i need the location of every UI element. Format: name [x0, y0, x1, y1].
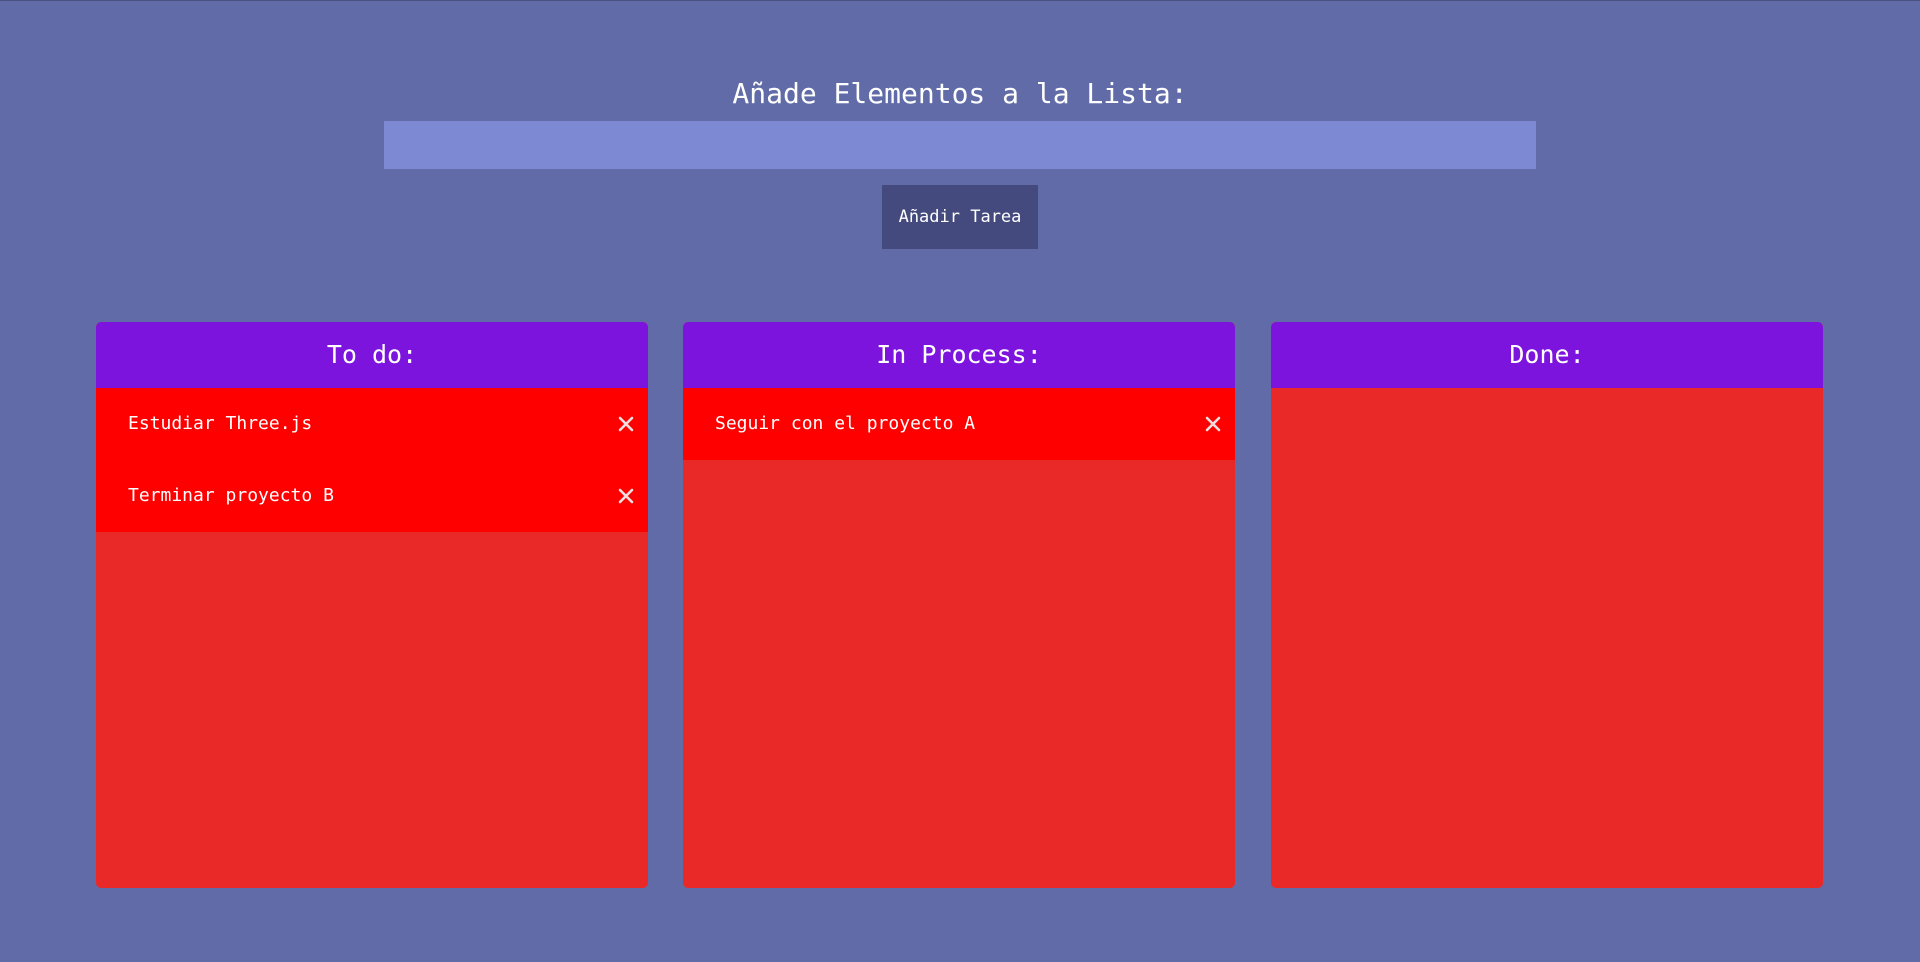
column-title: In Process:	[683, 322, 1235, 388]
task-item[interactable]: Estudiar Three.js	[96, 388, 648, 460]
task-label: Seguir con el proyecto A	[715, 413, 976, 434]
top-border	[0, 0, 1920, 1]
task-label: Terminar proyecto B	[128, 485, 334, 506]
task-label: Estudiar Three.js	[128, 413, 313, 434]
close-icon[interactable]	[616, 486, 636, 506]
task-list-in-process: Seguir con el proyecto A	[683, 388, 1235, 460]
task-input[interactable]	[384, 121, 1536, 169]
task-list-todo: Estudiar Three.js Terminar proyecto B	[96, 388, 648, 532]
kanban-board: To do: Estudiar Three.js Terminar proyec…	[96, 322, 1824, 888]
column-in-process: In Process: Seguir con el proyecto A	[683, 322, 1235, 888]
page-title: Añade Elementos a la Lista:	[732, 77, 1188, 110]
column-todo: To do: Estudiar Three.js Terminar proyec…	[96, 322, 648, 888]
close-icon[interactable]	[616, 414, 636, 434]
add-task-button[interactable]: Añadir Tarea	[882, 185, 1038, 249]
task-item[interactable]: Terminar proyecto B	[96, 460, 648, 532]
column-done: Done:	[1271, 322, 1823, 888]
close-icon[interactable]	[1203, 414, 1223, 434]
task-item[interactable]: Seguir con el proyecto A	[683, 388, 1235, 460]
column-title: Done:	[1271, 322, 1823, 388]
column-title: To do:	[96, 322, 648, 388]
